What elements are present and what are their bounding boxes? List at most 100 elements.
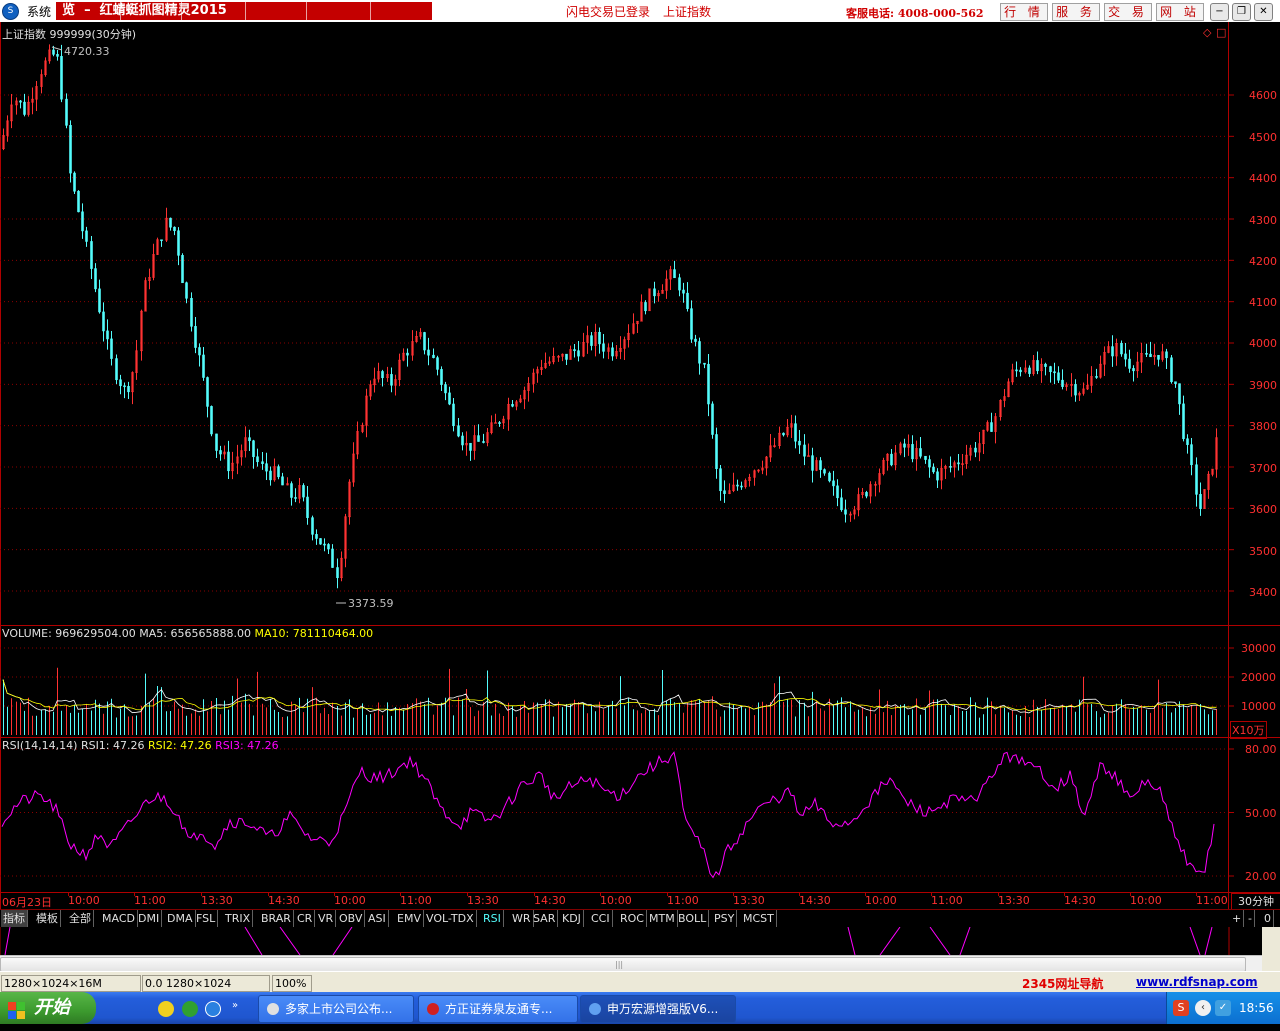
back-arrow-icon[interactable]: ‹ bbox=[1195, 1000, 1211, 1016]
candle-body bbox=[1178, 383, 1181, 405]
tab-control-1[interactable]: - bbox=[1246, 910, 1255, 927]
candle-body bbox=[703, 362, 706, 365]
close-button[interactable]: ✕ bbox=[1254, 3, 1273, 21]
candle-body bbox=[81, 211, 84, 232]
tab-kdj[interactable]: KDJ bbox=[560, 910, 584, 927]
nav-service-button[interactable]: 服 务 bbox=[1052, 3, 1100, 21]
tab-emv[interactable]: EMV bbox=[395, 910, 424, 927]
candle-body bbox=[440, 369, 443, 385]
qq-icon[interactable] bbox=[158, 1001, 174, 1017]
candle-body bbox=[990, 422, 993, 432]
candle-body bbox=[865, 492, 868, 497]
sogou-input-icon[interactable]: S bbox=[1173, 1000, 1189, 1016]
tab-brar[interactable]: BRAR bbox=[259, 910, 294, 927]
tab-cr[interactable]: CR bbox=[295, 910, 316, 927]
tab-模板[interactable]: 模板 bbox=[34, 910, 61, 927]
task-item-2-label: 方正证券泉友通专... bbox=[445, 1002, 553, 1016]
candle-body bbox=[1120, 343, 1123, 355]
tab-vol-tdx[interactable]: VOL-TDX bbox=[424, 910, 477, 927]
candle-body bbox=[448, 392, 451, 405]
system-menu[interactable]: 系统 bbox=[27, 3, 51, 20]
coord-info: 0.0 1280×1024 bbox=[142, 975, 270, 992]
tab-mcst[interactable]: MCST bbox=[741, 910, 777, 927]
candle-body bbox=[1195, 464, 1198, 495]
rsi3-value: 47.26 bbox=[247, 739, 279, 752]
tab-control-2[interactable]: 0 bbox=[1262, 910, 1274, 927]
candle-body bbox=[1145, 353, 1148, 355]
tab-wr[interactable]: WR bbox=[510, 910, 534, 927]
tab-asi[interactable]: ASI bbox=[366, 910, 389, 927]
app-logo-icon[interactable]: S bbox=[2, 3, 19, 20]
candle-body bbox=[19, 100, 22, 103]
candle-body bbox=[653, 288, 656, 297]
candle-body bbox=[227, 451, 230, 472]
candle-body bbox=[427, 349, 430, 356]
time-label: 11:00 bbox=[134, 894, 166, 907]
candle-body bbox=[819, 460, 822, 470]
candle-body bbox=[311, 517, 314, 535]
tab-cci[interactable]: CCI bbox=[589, 910, 613, 927]
y-tick-4200: 4200 bbox=[1249, 255, 1277, 268]
tab-trix[interactable]: TRIX bbox=[223, 910, 254, 927]
nav-link[interactable]: 2345网址导航 bbox=[1022, 975, 1103, 992]
scrollbar-thumb[interactable]: ||| bbox=[0, 957, 1246, 972]
candle-body bbox=[181, 255, 184, 284]
candle-body bbox=[77, 190, 80, 213]
minimize-button[interactable]: − bbox=[1210, 3, 1229, 21]
nav-trade-button[interactable]: 交 易 bbox=[1104, 3, 1152, 21]
corner-diamond-icon[interactable]: ◇ bbox=[1203, 26, 1211, 39]
candle-body bbox=[919, 448, 922, 457]
tab-fsl[interactable]: FSL bbox=[194, 910, 219, 927]
candle-body bbox=[90, 241, 93, 269]
rsi-tick-80: 80.00 bbox=[1245, 743, 1277, 756]
corner-square-icon[interactable]: □ bbox=[1216, 26, 1226, 39]
title-prefix: 览 bbox=[62, 3, 76, 18]
tab-dma[interactable]: DMA bbox=[165, 910, 196, 927]
tab-control-0[interactable]: + bbox=[1230, 910, 1245, 927]
nav-website-button[interactable]: 网 站 bbox=[1156, 3, 1204, 21]
candle-body bbox=[482, 441, 485, 443]
hotline: 客服电话: 4008-000-562 bbox=[846, 7, 984, 20]
start-button[interactable]: 开始 bbox=[0, 992, 96, 1024]
candle-body bbox=[106, 330, 109, 340]
task-item-3[interactable]: 申万宏源增强版V6... bbox=[580, 995, 736, 1023]
tab-指标[interactable]: 指标 bbox=[1, 910, 28, 927]
time-label: 13:30 bbox=[998, 894, 1030, 907]
tab-全部[interactable]: 全部 bbox=[67, 910, 94, 927]
nav-market-button[interactable]: 行 情 bbox=[1000, 3, 1048, 21]
chart-area[interactable] bbox=[0, 22, 1280, 909]
candle-body bbox=[290, 483, 293, 498]
tab-obv[interactable]: OBV bbox=[337, 910, 366, 927]
candle-body bbox=[928, 459, 931, 468]
period-selector[interactable]: 30分钟 bbox=[1231, 893, 1280, 910]
tab-mtm[interactable]: MTM bbox=[647, 910, 678, 927]
tab-dmi[interactable]: DMI bbox=[136, 910, 163, 927]
tab-psy[interactable]: PSY bbox=[712, 910, 738, 927]
media-icon[interactable] bbox=[182, 1001, 198, 1017]
quicklaunch-expand-icon[interactable]: » bbox=[232, 1000, 238, 1011]
site-link[interactable]: www.rdfsnap.com bbox=[1136, 975, 1258, 989]
tab-rsi[interactable]: RSI bbox=[481, 910, 504, 927]
candle-body bbox=[924, 455, 927, 460]
ie-icon[interactable] bbox=[205, 1001, 221, 1017]
tab-macd[interactable]: MACD bbox=[100, 910, 138, 927]
tab-boll[interactable]: BOLL bbox=[676, 910, 710, 927]
tab-roc[interactable]: ROC bbox=[618, 910, 647, 927]
candle-body bbox=[611, 347, 614, 357]
candle-body bbox=[331, 548, 334, 568]
candle-body bbox=[327, 544, 330, 550]
candle-body bbox=[694, 338, 697, 342]
time-label: 11:00 bbox=[931, 894, 963, 907]
restore-button[interactable]: ❐ bbox=[1232, 3, 1251, 21]
shield-icon[interactable]: ✓ bbox=[1215, 1000, 1231, 1016]
horizontal-scrollbar[interactable]: ||| bbox=[0, 955, 1262, 972]
candle-body bbox=[1157, 354, 1160, 360]
tab-sar[interactable]: SAR bbox=[531, 910, 559, 927]
candle-body bbox=[265, 463, 268, 472]
tab-vr[interactable]: VR bbox=[316, 910, 337, 927]
candle-body bbox=[210, 406, 213, 435]
task-item-2[interactable]: 方正证券泉友通专... bbox=[418, 995, 578, 1023]
task-item-1[interactable]: 多家上市公司公布... bbox=[258, 995, 414, 1023]
candle-body bbox=[1124, 353, 1127, 360]
rsi-header: RSI(14,14,14) RSI1: 47.26 RSI2: 47.26 RS… bbox=[2, 739, 279, 752]
